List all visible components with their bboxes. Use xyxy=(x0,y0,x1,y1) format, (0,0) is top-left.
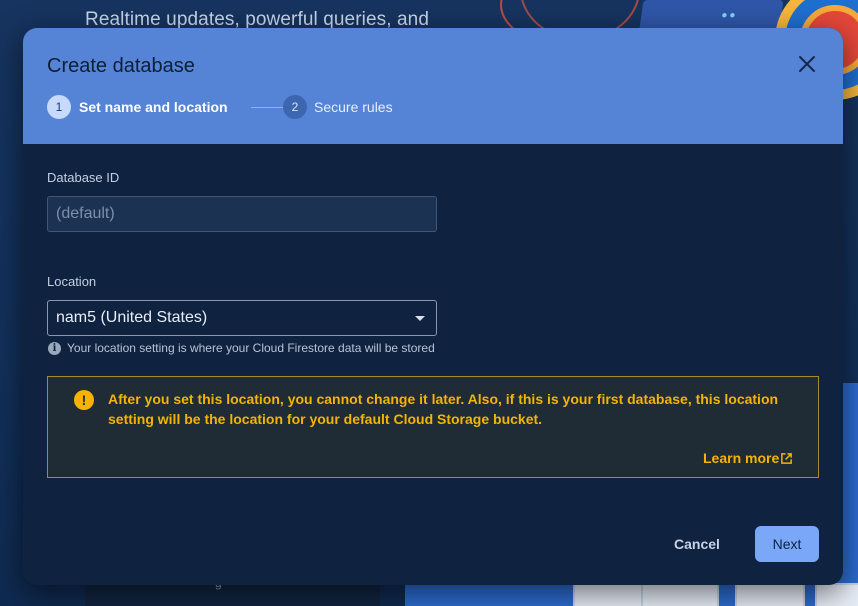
learn-more-link[interactable]: Learn more xyxy=(703,450,792,466)
dropdown-arrow-icon xyxy=(415,316,425,321)
step-2-indicator: 2 xyxy=(283,95,307,119)
close-icon xyxy=(799,56,815,72)
next-button[interactable]: Next xyxy=(755,526,819,562)
dialog-title: Create database xyxy=(47,55,195,77)
step-2-label: Secure rules xyxy=(314,99,393,115)
step-1-label: Set name and location xyxy=(79,99,228,115)
location-label: Location xyxy=(47,274,97,289)
info-icon: i xyxy=(48,342,61,355)
decorative-tile xyxy=(641,583,719,606)
location-selected-value: nam5 (United States) xyxy=(56,309,208,326)
create-database-dialog: Create database 1 Set name and location … xyxy=(23,28,843,585)
warning-icon: ! xyxy=(74,390,94,410)
close-button[interactable] xyxy=(795,52,819,76)
stepper: 1 Set name and location 2 Secure rules xyxy=(47,95,447,119)
database-id-input[interactable] xyxy=(47,196,437,232)
decorative-tile xyxy=(815,583,858,606)
database-id-label: Database ID xyxy=(47,170,120,185)
learn-more-label: Learn more xyxy=(703,450,780,466)
external-link-icon xyxy=(781,453,792,464)
warning-text: After you set this location, you cannot … xyxy=(108,391,779,427)
location-select[interactable]: nam5 (United States) xyxy=(47,300,437,336)
decorative-tile xyxy=(573,583,643,606)
decorative-tile xyxy=(735,583,805,606)
location-warning: ! After you set this location, you canno… xyxy=(47,376,819,478)
location-hint-text: Your location setting is where your Clou… xyxy=(67,341,435,355)
dialog-header: Create database 1 Set name and location … xyxy=(23,28,843,144)
step-1-indicator: 1 xyxy=(47,95,71,119)
cancel-button[interactable]: Cancel xyxy=(659,526,735,562)
location-hint: i Your location setting is where your Cl… xyxy=(48,341,468,355)
